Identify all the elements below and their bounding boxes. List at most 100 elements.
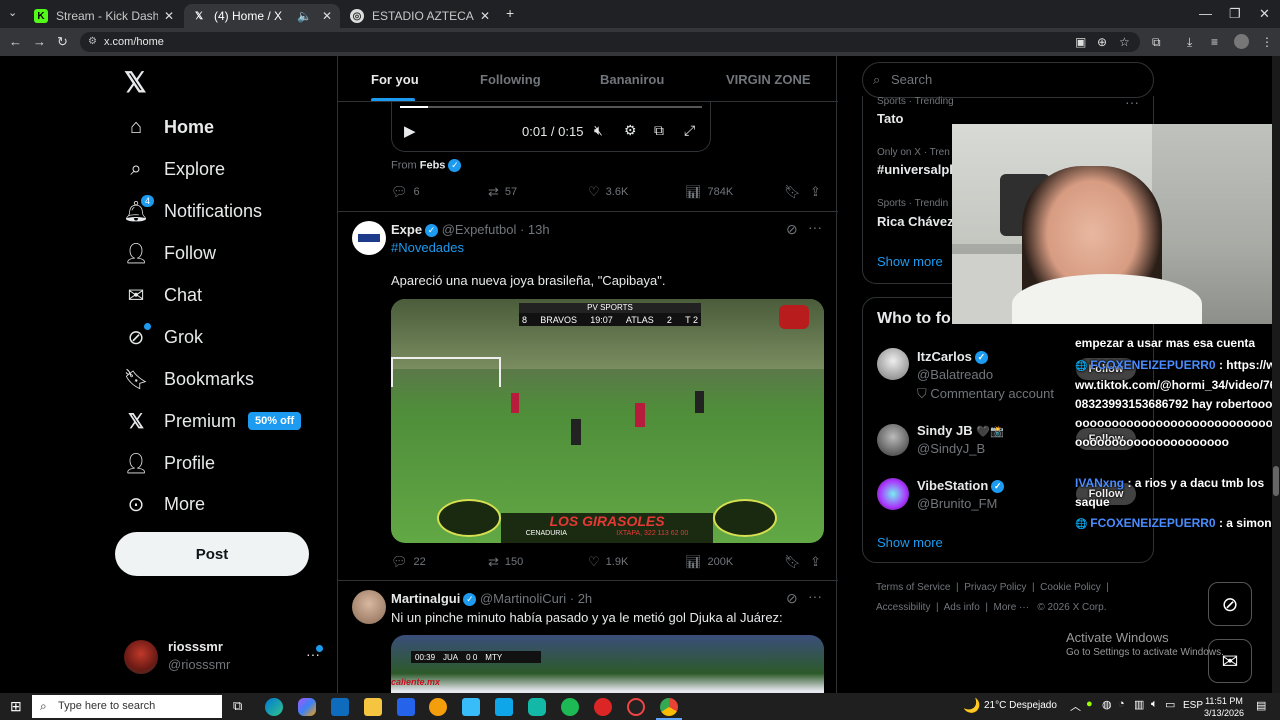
obs-icon[interactable] — [627, 698, 645, 716]
more-options-icon[interactable]: ··· — [808, 588, 822, 604]
tab-kick-dashboard[interactable]: K Stream - Kick Dashboard ✕ — [26, 4, 182, 28]
copilot-icon[interactable] — [298, 698, 316, 716]
grok-icon[interactable]: ⊘ — [786, 221, 798, 238]
battery-icon[interactable]: ▭ — [1165, 698, 1175, 711]
new-tab-button[interactable]: + — [506, 5, 514, 21]
file-explorer-icon[interactable] — [364, 698, 382, 716]
avatar[interactable] — [877, 424, 909, 456]
scrollbar-thumb[interactable] — [1273, 466, 1279, 496]
windows-start-icon[interactable]: ⊞ — [10, 698, 22, 715]
close-tab-icon[interactable]: ✕ — [164, 9, 174, 23]
extensions-icon[interactable]: ⧉ — [1152, 35, 1161, 50]
avatar[interactable] — [877, 348, 909, 380]
sidebar-item-profile[interactable]: 👤︎ Profile — [123, 446, 215, 480]
repost-button[interactable]: ⇄ 57 — [488, 184, 517, 200]
mute-icon[interactable]: 🔇︎ — [594, 122, 603, 139]
chrome-icon[interactable] — [660, 698, 678, 716]
reading-list-icon[interactable]: ≡ — [1211, 35, 1218, 49]
x-logo-icon[interactable]: 𝕏 — [124, 66, 147, 99]
app-icon[interactable] — [462, 698, 480, 716]
tray-app-icon[interactable]: ◍ — [1102, 698, 1112, 711]
more-options-icon[interactable]: ··· — [1125, 94, 1139, 110]
page-scrollbar[interactable] — [1272, 56, 1280, 693]
reply-button[interactable]: 💬︎ 22 — [391, 554, 426, 570]
play-icon[interactable]: ▶ — [404, 122, 416, 140]
show-more-link[interactable]: Show more — [877, 254, 943, 269]
tray-overflow-icon[interactable]: ︿ — [1070, 698, 1081, 714]
zoom-icon[interactable]: ⊕ — [1097, 35, 1107, 49]
tab-x-home[interactable]: 𝕏 (4) Home / X 🔈 ✕ — [184, 4, 340, 28]
sidebar-item-notifications[interactable]: 🔔︎ 4 Notifications — [123, 194, 262, 228]
post-button[interactable]: Post — [115, 532, 309, 576]
sidebar-item-bookmarks[interactable]: 🔖︎ Bookmarks — [123, 362, 254, 396]
sidebar-item-chat[interactable]: ✉ Chat — [124, 278, 202, 312]
trend-item[interactable]: #universalpl — [877, 162, 953, 177]
profile-avatar[interactable] — [1234, 34, 1249, 49]
more-options-icon[interactable]: ··· — [808, 219, 822, 235]
sidebar-item-more[interactable]: ⊙ More — [124, 487, 205, 521]
sidebar-item-grok[interactable]: ⊘ Grok — [124, 320, 203, 354]
weather-text[interactable]: 21°C Despejado — [984, 700, 1057, 711]
close-window-button[interactable]: ✕ — [1259, 6, 1270, 22]
opera-icon[interactable] — [594, 698, 612, 716]
bookmark-icon[interactable]: 🔖︎ — [784, 184, 801, 200]
restore-button[interactable]: ❐ — [1229, 6, 1241, 22]
search-input[interactable]: ⌕ Search — [862, 62, 1154, 98]
close-tab-icon[interactable]: ✕ — [322, 9, 332, 23]
cast-icon[interactable]: ▣ — [1075, 35, 1086, 49]
like-button[interactable]: ♡ 3.6K — [588, 184, 628, 200]
taskbar-search-input[interactable]: ⌕ Type here to search — [32, 695, 222, 718]
sidebar-item-home[interactable]: ⌂ Home — [124, 110, 214, 144]
sidebar-item-follow[interactable]: 👤︎ Follow — [123, 236, 216, 270]
tab-search-button[interactable]: ⌄ — [8, 6, 17, 19]
trend-item[interactable]: Rica Chávez — [877, 214, 954, 229]
views-button[interactable]: 📊︎ 200K — [685, 554, 733, 570]
task-view-icon[interactable]: ⧉ — [233, 698, 242, 714]
trend-item[interactable]: Tato — [877, 111, 903, 126]
avatar[interactable] — [352, 590, 386, 624]
settings-icon[interactable]: ⚙ — [624, 122, 637, 139]
star-icon[interactable]: ☆ — [1119, 35, 1130, 49]
views-button[interactable]: 📊︎ 784K — [685, 184, 733, 200]
tab-virgin-zone[interactable]: VIRGIN ZONE — [726, 72, 811, 87]
mail-app-icon[interactable] — [331, 698, 349, 716]
network-icon[interactable]: ▥ — [1134, 698, 1144, 711]
edge-icon[interactable] — [265, 698, 283, 716]
language-indicator[interactable]: ESP — [1183, 700, 1203, 711]
grok-floating-button[interactable]: ⊘ — [1208, 582, 1252, 626]
post-video[interactable]: 00:39 JUA 0 0 MTY caliente.mx — [391, 635, 824, 693]
avatar[interactable] — [352, 221, 386, 255]
hashtag-link[interactable]: #Novedades — [391, 240, 464, 255]
avatar[interactable] — [877, 478, 909, 510]
grok-icon[interactable]: ⊘ — [786, 590, 798, 607]
notification-center-icon[interactable]: ▤ — [1256, 699, 1266, 712]
close-tab-icon[interactable]: ✕ — [480, 9, 490, 23]
app-icon[interactable] — [528, 698, 546, 716]
forward-icon[interactable]: → — [33, 34, 46, 49]
suggested-account[interactable]: VibeStation ✓ — [917, 478, 1005, 494]
suggested-account[interactable]: ItzCarlos ✓ — [917, 349, 988, 365]
app-icon[interactable] — [495, 698, 513, 716]
account-avatar[interactable] — [124, 640, 158, 674]
reload-icon[interactable]: ↻ — [57, 34, 68, 50]
like-button[interactable]: ♡ 1.9K — [588, 554, 628, 570]
tab-for-you[interactable]: For you — [371, 72, 419, 87]
repost-button[interactable]: ⇄ 150 — [488, 554, 523, 570]
tab-bananirou[interactable]: Bananirou — [600, 72, 664, 87]
video-progress-track[interactable] — [400, 106, 702, 108]
pip-icon[interactable]: ⧉ — [654, 122, 664, 139]
share-icon[interactable]: ⇪ — [810, 554, 821, 570]
volume-icon[interactable]: 🔈︎ — [1151, 698, 1158, 711]
post-video[interactable]: PV SPORTS 8 BRAVOS 19:07 ATLAS 2 T 2 LOS… — [391, 299, 824, 543]
minimize-button[interactable]: — — [1199, 6, 1212, 21]
clock[interactable]: 11:51 PM 3/13/2026 — [1204, 695, 1244, 719]
reply-button[interactable]: 💬︎ 6 — [391, 184, 420, 200]
download-icon[interactable]: ⤓ — [1187, 35, 1192, 50]
spotify-icon[interactable] — [561, 698, 579, 716]
fullscreen-icon[interactable]: ⤢ — [684, 122, 695, 139]
tray-app-icon[interactable]: ◔ — [1118, 698, 1125, 710]
sidebar-item-premium[interactable]: 𝕏 Premium 50% off — [124, 404, 302, 438]
bookmark-icon[interactable]: 🔖︎ — [784, 554, 801, 570]
url-field[interactable]: ⚙ x.com/home — [80, 32, 1140, 52]
speaker-icon[interactable]: 🔈 — [297, 9, 312, 23]
